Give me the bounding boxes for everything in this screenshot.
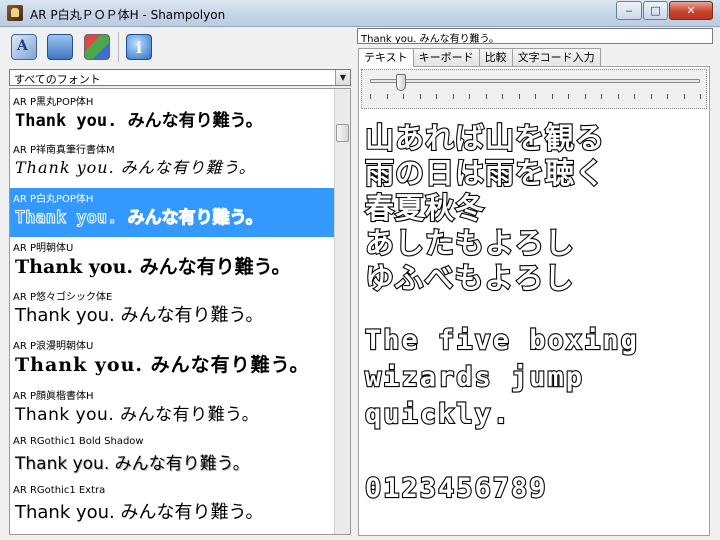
font-name: AR RGothic1 Bold Shadow <box>13 436 144 447</box>
preview-line: ゆふべもよろし <box>364 260 575 296</box>
window-title: AR P白丸ＰＯＰ体H - Shampolyon <box>30 8 226 22</box>
tab-charcode[interactable]: 文字コード入力 <box>511 48 601 66</box>
font-sample: Thank you. みんな有り難う。 <box>15 305 264 326</box>
font-sample: Thank you. みんな有り難う。 <box>15 111 263 131</box>
preview-pane: Thank you. みんな有り難う。 テキスト キーボード 比較 文字コード入力 山… <box>356 27 720 540</box>
slider-tick <box>651 94 652 99</box>
font-filter-dropdown[interactable]: すべてのフォント ▼ <box>9 69 351 86</box>
tab-keyboard[interactable]: キーボード <box>412 48 480 66</box>
slider-tick <box>436 94 437 99</box>
font-list-item[interactable]: AR P祥南真筆行書体M Thank you. みんな有り難う。 <box>10 139 335 188</box>
slider-ticks <box>370 94 701 100</box>
toolbar: i <box>0 27 356 67</box>
font-list-scrollbar[interactable] <box>334 89 350 534</box>
font-list[interactable]: AR RGothic1 Extra Thank you. みんな有り難う。 AR R… <box>9 88 351 535</box>
font-list-item[interactable]: AR RGothic1 Bold Shadow Thank you. みんな有り難… <box>10 434 335 483</box>
chart-button[interactable] <box>80 30 114 64</box>
slider-tick <box>469 94 470 99</box>
slider-tick <box>700 94 701 99</box>
tab-text[interactable]: テキスト <box>358 48 414 67</box>
font-filter-value: すべてのフォント <box>14 73 101 86</box>
preview-line: quickly. <box>364 398 512 431</box>
font-list-item[interactable]: AR RGothic1 Extra Thank you. みんな有り難う。 <box>10 483 335 532</box>
size-slider[interactable] <box>370 74 700 91</box>
slider-tick <box>486 94 487 99</box>
font-sample: Thank you. みんな有り難う。 <box>15 208 264 229</box>
info-icon: i <box>126 34 152 60</box>
maximize-icon: □ <box>650 4 661 17</box>
toolbar-separator <box>118 32 119 62</box>
title-bar[interactable]: AR P白丸ＰＯＰ体H - Shampolyon ‒ □ ✕ <box>0 0 720 27</box>
minimize-button[interactable]: ‒ <box>616 1 642 20</box>
font-list-item[interactable]: AR P顔眞楷書体H Thank you. みんな有り難う。 <box>10 385 335 434</box>
app-icon[interactable] <box>7 5 23 21</box>
text-tab-panel: 山あれば山を観る 雨の日は雨を聴く 春夏秋冬 あしたもよろし ゆふべもよろし The fi… <box>358 66 710 536</box>
slider-tick <box>502 94 503 99</box>
font-list-item[interactable]: AR P明朝体U Thank you. みんな有り難う。 <box>10 237 335 286</box>
scrollbar-thumb[interactable] <box>336 124 349 142</box>
size-slider-area <box>361 69 707 109</box>
tab-strip: テキスト キーボード 比較 文字コード入力 <box>358 48 601 67</box>
preview-line: 0123456789 <box>364 472 548 505</box>
close-icon: ✕ <box>686 4 696 17</box>
slider-tick <box>684 94 685 99</box>
slider-tick <box>519 94 520 99</box>
slider-tick <box>585 94 586 99</box>
font-list-item[interactable]: AR P悠々ゴシック体E Thank you. みんな有り難う。 <box>10 286 335 335</box>
font-list-item[interactable]: AR P浪漫明朝体U Thank you. みんな有り難う。 <box>10 335 335 384</box>
slider-tick <box>552 94 553 99</box>
font-sample: Thank you. みんな有り難う。 <box>15 502 264 523</box>
slider-tick <box>370 94 371 99</box>
maximize-button[interactable]: □ <box>643 1 668 20</box>
font-sample: Thank you. みんな有り難う。 <box>15 158 256 177</box>
sample-text-input[interactable]: Thank you. みんな有り難う。 <box>357 28 713 44</box>
info-button[interactable]: i <box>122 30 156 64</box>
size-slider-thumb[interactable] <box>395 74 406 91</box>
computer-icon <box>47 34 73 60</box>
font-list-item[interactable]: AR P白丸POP体H Thank you. みんな有り難う。 <box>10 188 335 237</box>
chart-icon <box>84 34 110 60</box>
chevron-down-icon[interactable]: ▼ <box>335 70 350 85</box>
font-sample: Thank you. みんな有り難う。 <box>15 405 260 425</box>
slider-tick <box>387 94 388 99</box>
slider-tick <box>667 94 668 99</box>
font-settings-icon <box>11 34 37 60</box>
slider-tick <box>453 94 454 99</box>
font-sample: Thank you. みんな有り難う。 <box>15 256 291 278</box>
computer-button[interactable] <box>43 30 77 64</box>
slider-tick <box>403 94 404 99</box>
font-settings-button[interactable] <box>7 30 41 64</box>
slider-tick <box>618 94 619 99</box>
preview-line: The five boxing <box>364 324 639 357</box>
preview-line: wizards jump <box>364 361 585 394</box>
slider-tick <box>601 94 602 99</box>
slider-tick <box>420 94 421 99</box>
minimize-icon: ‒ <box>625 4 633 17</box>
tab-compare[interactable]: 比較 <box>478 48 513 66</box>
slider-tick <box>634 94 635 99</box>
font-list-item[interactable]: AR P黒丸POP体H Thank you. みんな有り難う。 <box>10 91 335 140</box>
close-button[interactable]: ✕ <box>669 1 713 20</box>
font-sample: Thank you. みんな有り難う。 <box>15 454 250 474</box>
slider-tick <box>535 94 536 99</box>
font-name: AR RGothic1 Extra <box>13 485 106 496</box>
font-sample: Thank you. みんな有り難う。 <box>15 354 310 376</box>
font-browser-pane: i すべてのフォント ▼ AR RGothic1 Extra Thank you.… <box>0 27 356 540</box>
slider-tick <box>568 94 569 99</box>
